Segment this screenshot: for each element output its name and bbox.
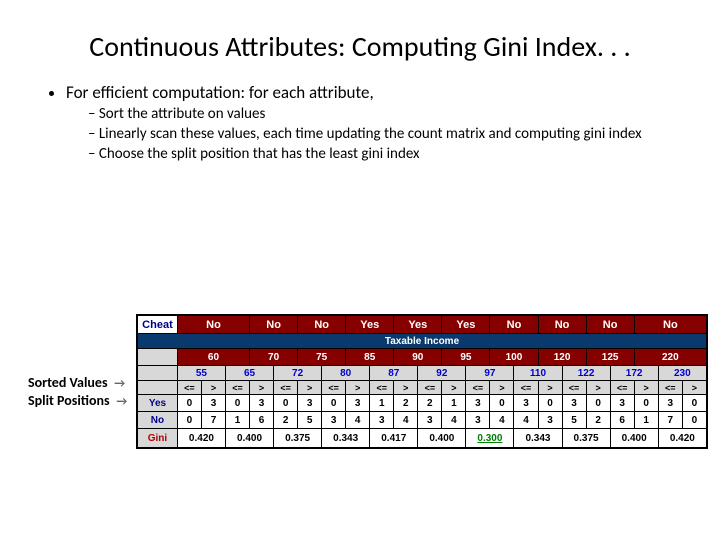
main-bullets: For efficient computation: for each attr…: [40, 82, 680, 163]
arrow-icon: →: [114, 395, 128, 409]
sub-bullet-0: Sort the attribute on values: [88, 105, 680, 123]
sub-bullets: Sort the attribute on values Linearly sc…: [66, 105, 680, 163]
gini-table: CheatNoNoNoYesYesYesNoNoNoNoTaxable Inco…: [136, 314, 708, 449]
label-split-positions: Split Positions: [28, 392, 110, 409]
arrow-icon: →: [112, 377, 126, 391]
sub-bullet-1: Linearly scan these values, each time up…: [88, 125, 680, 143]
slide-title: Continuous Attributes: Computing Gini In…: [40, 30, 680, 64]
label-sorted-values: Sorted Values: [28, 374, 108, 391]
side-labels: Sorted Values → Split Positions →: [28, 374, 127, 410]
bullet-main-text: For efficient computation: for each attr…: [66, 82, 374, 103]
sub-bullet-2: Choose the split position that has the l…: [88, 145, 680, 163]
